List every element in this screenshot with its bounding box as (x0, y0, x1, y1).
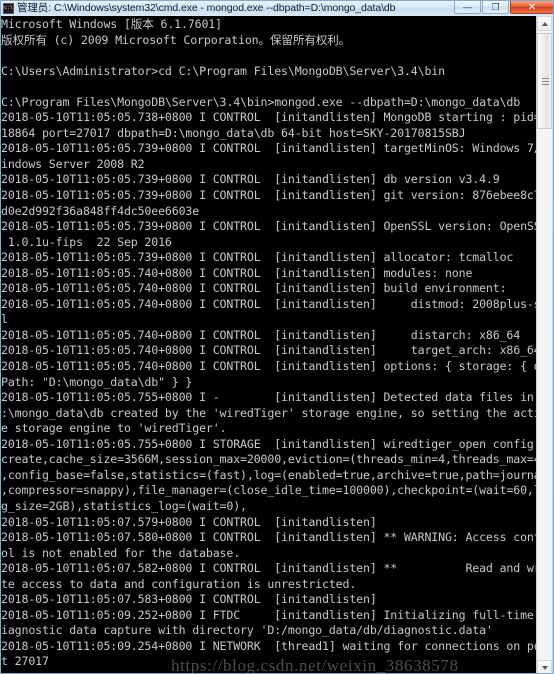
cmd-console-icon (3, 3, 14, 14)
maximize-icon: ❐ (491, 2, 500, 12)
vertical-scrollbar[interactable] (536, 16, 552, 673)
title-bar[interactable]: 管理员: C:\Windows\system32\cmd.exe - mongo… (1, 1, 553, 16)
blog-watermark: https://blog.csdn.net/weixin_38638578 (171, 656, 459, 674)
console-output-area[interactable]: Microsoft Windows [版本 6.1.7601] 版权所有 (c)… (1, 16, 538, 674)
close-icon: ✕ (527, 2, 537, 13)
window-controls: — ❐ ✕ (453, 1, 553, 15)
scrollbar-grip-icon (542, 78, 549, 85)
close-button[interactable]: ✕ (510, 1, 553, 14)
scroll-down-arrow-icon[interactable] (537, 660, 552, 673)
console-text: Microsoft Windows [版本 6.1.7601] 版权所有 (c)… (1, 17, 538, 669)
window-title: 管理员: C:\Windows\system32\cmd.exe - mongo… (17, 2, 396, 14)
scrollbar-thumb[interactable] (537, 33, 552, 129)
command-prompt-window: 管理员: C:\Windows\system32\cmd.exe - mongo… (0, 0, 554, 674)
minimize-button[interactable]: — (454, 1, 481, 14)
maximize-button[interactable]: ❐ (482, 1, 509, 14)
scrollbar-track[interactable] (537, 31, 552, 660)
scroll-up-arrow-icon[interactable] (537, 16, 552, 31)
minimize-icon: — (463, 2, 472, 12)
